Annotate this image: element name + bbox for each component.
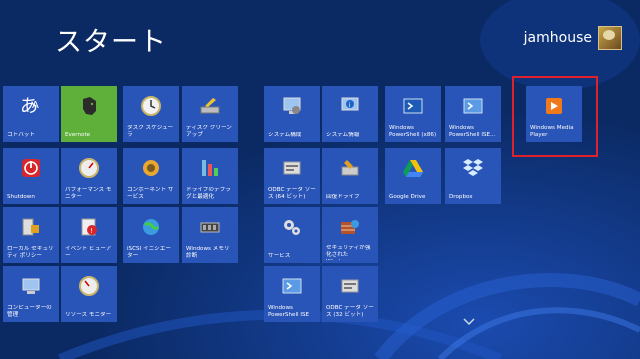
- tile-label: Windows メモリ診断: [186, 246, 230, 259]
- tile-task-scheduler[interactable]: タスク スケジューラ: [123, 86, 179, 142]
- tile-label: コンピューターの管理: [7, 305, 52, 318]
- tile-label: システム情報: [326, 132, 360, 138]
- tile-recovery-drive[interactable]: 回復ドライブ: [322, 148, 378, 204]
- gauge-icon: [79, 276, 99, 296]
- tile-label: サービス: [268, 253, 291, 259]
- tile-label: ODBC データ ソース (64 ビット): [268, 187, 316, 200]
- tile-label: コトバット: [7, 132, 35, 138]
- tile-label: Windows PowerShell ISE: [268, 305, 310, 318]
- chevron-down-icon[interactable]: [462, 317, 476, 327]
- tile-label: コンポーネント サービス: [127, 187, 174, 200]
- svg-text:A: A: [32, 100, 39, 111]
- component-services-icon: [143, 160, 159, 176]
- tile-evernote[interactable]: Evernote: [61, 86, 117, 142]
- powershell-ise-icon: [282, 278, 302, 294]
- globe-icon: [143, 219, 160, 235]
- tile-system-config[interactable]: システム構成: [264, 86, 320, 142]
- tile-label: Windows PowerShell ISE...: [449, 125, 496, 138]
- tile-resource-monitor[interactable]: リソース モニター: [61, 266, 117, 322]
- tile-powershell-ise[interactable]: Windows PowerShell ISE: [264, 266, 320, 322]
- tile-disk-cleanup[interactable]: ディスク クリーンアップ: [182, 86, 238, 142]
- tile-label: Evernote: [65, 132, 91, 138]
- tile-label: システム構成: [268, 132, 302, 138]
- tile-services[interactable]: サービス: [264, 207, 320, 263]
- tile-label: イベント ビューアー: [65, 246, 112, 259]
- svg-text:!: !: [90, 227, 93, 235]
- evernote-elephant-icon: [83, 97, 96, 115]
- tile-label: ODBC データ ソース (32 ビット): [326, 305, 374, 318]
- event-viewer-icon: !: [81, 218, 97, 236]
- odbc-icon: [283, 161, 301, 175]
- google-drive-icon: [403, 160, 423, 177]
- avatar: [598, 26, 622, 50]
- user-account[interactable]: jamhouse: [524, 26, 622, 50]
- tile-shutdown[interactable]: Shutdown: [3, 148, 59, 204]
- system-config-icon: [283, 97, 301, 114]
- recovery-drive-icon: [341, 160, 359, 176]
- powershell-ise-icon: [463, 98, 483, 114]
- tile-kotobato[interactable]: あA コトバット: [3, 86, 59, 142]
- tile-performance-monitor[interactable]: パフォーマンス モニター: [61, 148, 117, 204]
- disk-cleanup-icon: [200, 98, 220, 114]
- start-screen-title: スタート: [55, 27, 167, 58]
- tile-label: Google Drive: [389, 194, 426, 200]
- tile-label: ローカル セキュリティ ポリシー: [7, 246, 54, 259]
- tile-defrag[interactable]: ドライブのデフラグと最適化: [182, 148, 238, 204]
- tile-powershell-ise-x86[interactable]: Windows PowerShell ISE...: [445, 86, 501, 142]
- user-name: jamhouse: [523, 30, 592, 46]
- tile-component-services[interactable]: コンポーネント サービス: [123, 148, 179, 204]
- system-info-icon: i: [341, 97, 359, 111]
- tile-label: Dropbox: [449, 194, 473, 200]
- tile-google-drive[interactable]: Google Drive: [385, 148, 441, 204]
- tile-label: リソース モニター: [65, 312, 112, 318]
- tile-label: iSCSI イニシエーター: [127, 246, 171, 259]
- computer-management-icon: [22, 278, 40, 294]
- highlight-box: [512, 76, 598, 157]
- tile-powershell-x86[interactable]: Windows PowerShell (x86): [385, 86, 441, 142]
- tile-label: タスク スケジューラ: [127, 125, 174, 138]
- odbc-icon: [341, 279, 359, 293]
- tile-label: Windows PowerShell (x86): [389, 125, 437, 138]
- clock-icon: [141, 96, 161, 116]
- gauge-icon: [79, 158, 99, 178]
- firewall-icon: [341, 220, 359, 234]
- tile-dropbox[interactable]: Dropbox: [445, 148, 501, 204]
- dropbox-icon: [463, 159, 483, 176]
- tile-computer-management[interactable]: コンピューターの管理: [3, 266, 59, 322]
- tile-event-viewer[interactable]: ! イベント ビューアー: [61, 207, 117, 263]
- security-policy-icon: [22, 218, 39, 236]
- powershell-icon: [403, 98, 423, 114]
- tile-odbc-32[interactable]: ODBC データ ソース (32 ビット): [322, 266, 378, 322]
- tile-label: 回復ドライブ: [326, 194, 360, 200]
- tile-label: ディスク クリーンアップ: [186, 125, 232, 138]
- memory-chip-icon: [200, 222, 220, 233]
- tile-label: セキュリティが強化された Window...: [326, 245, 371, 260]
- defrag-icon: [202, 160, 218, 176]
- tile-iscsi-initiator[interactable]: iSCSI イニシエーター: [123, 207, 179, 263]
- tile-system-info[interactable]: i システム情報: [322, 86, 378, 142]
- tile-odbc-64[interactable]: ODBC データ ソース (64 ビット): [264, 148, 320, 204]
- power-icon: [22, 159, 40, 177]
- tile-firewall[interactable]: セキュリティが強化された Window...: [322, 207, 378, 263]
- tile-label: ドライブのデフラグと最適化: [186, 187, 231, 200]
- tile-label: Shutdown: [7, 194, 35, 200]
- tile-label: パフォーマンス モニター: [65, 187, 112, 200]
- tile-memory-diagnostic[interactable]: Windows メモリ診断: [182, 207, 238, 263]
- gears-icon: [284, 220, 300, 235]
- tile-local-security-policy[interactable]: ローカル セキュリティ ポリシー: [3, 207, 59, 263]
- kotobato-icon: あA: [20, 96, 39, 117]
